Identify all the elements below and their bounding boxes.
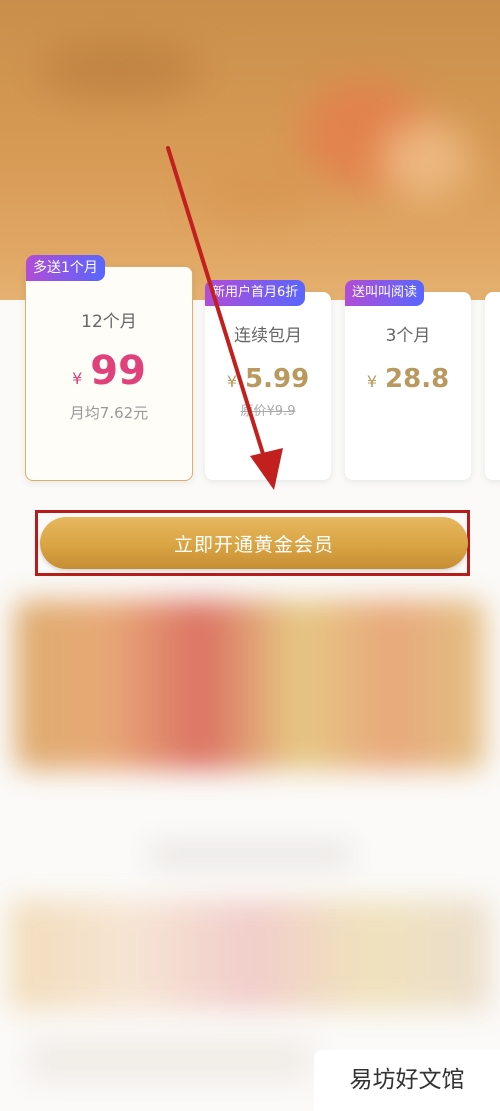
blurred-section-title (150, 845, 350, 865)
currency-symbol: ¥ (366, 372, 378, 391)
annotation-arrow-icon (166, 146, 283, 490)
price-value: 28.8 (385, 364, 450, 394)
blurred-footer (30, 1040, 310, 1080)
price-value: 99 (90, 348, 146, 394)
blurred-banner (15, 600, 485, 770)
highlight-box: 立即开通黄金会员 (35, 510, 470, 576)
plan-tag: 多送1个月 (26, 255, 105, 281)
plan-card-more[interactable] (485, 292, 500, 480)
plan-price: ¥28.8 (345, 364, 471, 394)
plan-name: 3个月 (385, 326, 431, 346)
open-gold-membership-button[interactable]: 立即开通黄金会员 (40, 517, 468, 569)
currency-symbol: ¥ (72, 369, 83, 388)
blurred-product-row (10, 900, 490, 1010)
watermark: 易坊好文馆 (314, 1050, 500, 1111)
plan-card-3-months[interactable]: 送叫叫阅读 3个月 ¥28.8 (345, 280, 471, 480)
plan-tag: 送叫叫阅读 (345, 280, 425, 306)
